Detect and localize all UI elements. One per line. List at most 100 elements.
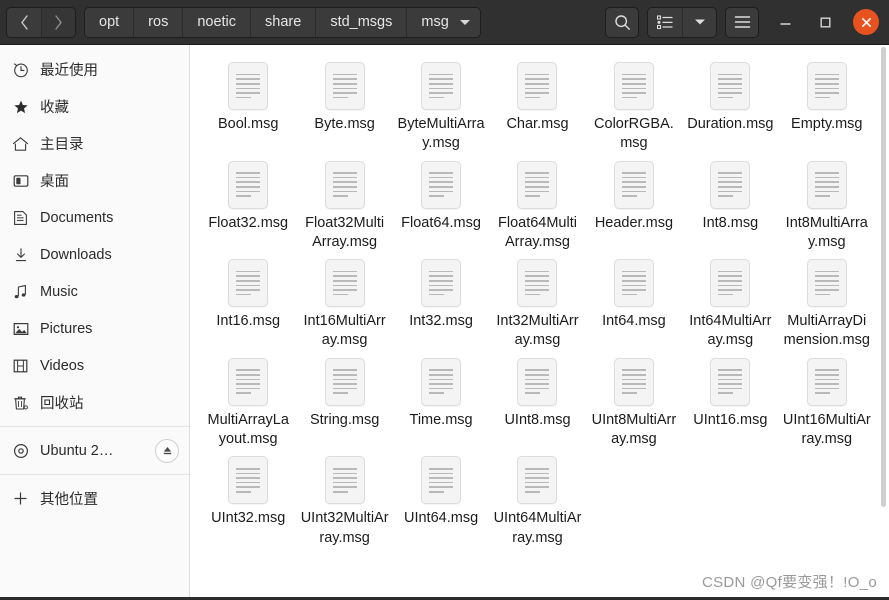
file-icon (806, 357, 847, 406)
file-icon (806, 259, 847, 308)
breadcrumb-item-current[interactable]: msg (407, 7, 480, 37)
file-item[interactable]: Int64MultiArray.msg (682, 252, 778, 351)
search-button[interactable] (605, 6, 639, 38)
file-name-label: Int16.msg (216, 313, 281, 330)
file-icon (710, 160, 751, 209)
file-name-label: UInt32.msg (211, 510, 286, 527)
file-name-label: ByteMultiArray.msg (397, 116, 485, 152)
file-icon (517, 259, 558, 308)
file-icon (710, 259, 751, 308)
sidebar-item-recent[interactable]: 最近使用 (0, 51, 189, 88)
file-name-label: Empty.msg (791, 116, 863, 132)
sidebar-item-home[interactable]: 主目录 (0, 125, 189, 162)
file-icon (806, 62, 847, 110)
breadcrumb-item-2[interactable]: noetic (183, 7, 252, 37)
file-item[interactable]: Int8.msg (682, 154, 778, 253)
file-item[interactable]: Char.msg (489, 55, 585, 154)
file-item[interactable]: Int16.msg (200, 252, 296, 351)
file-item[interactable]: Int8MultiArray.msg (779, 154, 875, 253)
sidebar-item-ubuntu-volume[interactable]: Ubuntu 2… (0, 432, 189, 469)
file-item[interactable]: String.msg (296, 351, 392, 450)
file-item[interactable]: ColorRGBA.msg (586, 55, 682, 154)
breadcrumb-item-3[interactable]: share (251, 7, 317, 37)
file-name-label: Time.msg (409, 411, 473, 428)
file-item[interactable]: Float64MultiArray.msg (489, 154, 585, 253)
back-button[interactable] (7, 7, 41, 37)
file-item[interactable]: Header.msg (586, 154, 682, 253)
file-item[interactable]: Byte.msg (296, 55, 392, 154)
chevron-down-icon (694, 19, 705, 25)
sidebar-item-label: 桌面 (40, 174, 69, 190)
sidebar-item-other-locations[interactable]: 其他位置 (0, 480, 189, 517)
file-name-label: Header.msg (594, 214, 674, 231)
file-item[interactable]: Duration.msg (682, 55, 778, 154)
file-name-label: UInt32MultiArray.msg (300, 510, 389, 546)
sidebar-item-starred[interactable]: 收藏 (0, 88, 189, 125)
file-item[interactable]: MultiArrayDimension.msg (779, 252, 875, 351)
view-list-icon (657, 14, 673, 29)
sidebar-item-label: 主目录 (40, 137, 84, 153)
minimize-icon (779, 22, 791, 25)
breadcrumb-item-4[interactable]: std_msgs (316, 7, 408, 37)
minimize-button[interactable] (771, 8, 799, 36)
file-icon (421, 259, 462, 308)
file-name-label: Char.msg (506, 116, 569, 132)
maximize-button[interactable] (811, 8, 839, 36)
file-item[interactable]: UInt16MultiArray.msg (779, 351, 875, 450)
file-item[interactable]: Bool.msg (200, 55, 296, 154)
file-icon (613, 160, 654, 209)
sidebar-item-label: Pictures (40, 320, 93, 337)
eject-icon[interactable] (155, 438, 179, 463)
file-item[interactable]: Int64.msg (586, 252, 682, 351)
file-item[interactable]: MultiArrayLayout.msg (200, 351, 296, 450)
vertical-scrollbar[interactable] (880, 47, 887, 598)
file-icon (613, 259, 654, 308)
breadcrumb-item-1[interactable]: ros (134, 7, 184, 37)
sidebar-item-trash[interactable]: 回收站 (0, 384, 189, 421)
file-item[interactable]: Time.msg (393, 351, 489, 450)
file-item[interactable]: Int16MultiArray.msg (296, 252, 392, 351)
view-mode-group (647, 6, 717, 38)
sidebar-item-videos[interactable]: Videos (0, 347, 189, 384)
close-button[interactable] (853, 9, 879, 35)
maximize-icon (820, 17, 831, 28)
file-item[interactable]: UInt16.msg (682, 351, 778, 450)
file-name-label: Int8MultiArray.msg (785, 214, 868, 250)
view-list-button[interactable] (648, 7, 682, 37)
file-list-view[interactable]: Bool.msg Byte.msg ByteMultiArray.msg Char.m… (190, 45, 889, 600)
scrollbar-thumb[interactable] (881, 47, 886, 507)
sidebar: 最近使用 收藏 主目录 桌面 Documents Downloads Music… (0, 45, 190, 600)
view-options-dropdown[interactable] (682, 7, 716, 37)
sidebar-item-desktop[interactable]: 桌面 (0, 162, 189, 199)
disc-icon (12, 442, 29, 459)
file-name-label: Int64MultiArray.msg (689, 313, 772, 349)
file-item[interactable]: Float64.msg (393, 154, 489, 253)
sidebar-item-downloads[interactable]: Downloads (0, 236, 189, 273)
sidebar-item-pictures[interactable]: Pictures (0, 310, 189, 347)
file-icon (324, 456, 365, 505)
file-item[interactable]: Int32MultiArray.msg (489, 252, 585, 351)
forward-button[interactable] (41, 7, 75, 37)
sidebar-item-documents[interactable]: Documents (0, 199, 189, 236)
file-item[interactable]: Float32MultiArray.msg (296, 154, 392, 253)
file-name-label: MultiArrayDimension.msg (783, 313, 870, 349)
file-name-label: UInt16MultiArray.msg (782, 411, 871, 447)
breadcrumb-item-0[interactable]: opt (85, 7, 135, 37)
file-item[interactable]: Int32.msg (393, 252, 489, 351)
picture-icon (12, 320, 29, 337)
file-item[interactable]: UInt8.msg (489, 351, 585, 450)
file-item[interactable]: Float32.msg (200, 154, 296, 253)
file-item[interactable]: Empty.msg (779, 55, 875, 154)
file-name-label: UInt64MultiArray.msg (493, 510, 582, 546)
main-menu-button[interactable] (725, 6, 759, 38)
file-item[interactable]: UInt32.msg (200, 449, 296, 548)
file-name-label: Byte.msg (314, 116, 375, 132)
file-name-label: UInt8.msg (504, 411, 571, 428)
file-item[interactable]: UInt8MultiArray.msg (586, 351, 682, 450)
file-item[interactable]: ByteMultiArray.msg (393, 55, 489, 154)
sidebar-item-music[interactable]: Music (0, 273, 189, 310)
file-item[interactable]: UInt64.msg (393, 449, 489, 548)
chevron-down-icon (459, 19, 470, 25)
file-item[interactable]: UInt32MultiArray.msg (296, 449, 392, 548)
file-item[interactable]: UInt64MultiArray.msg (489, 449, 585, 548)
